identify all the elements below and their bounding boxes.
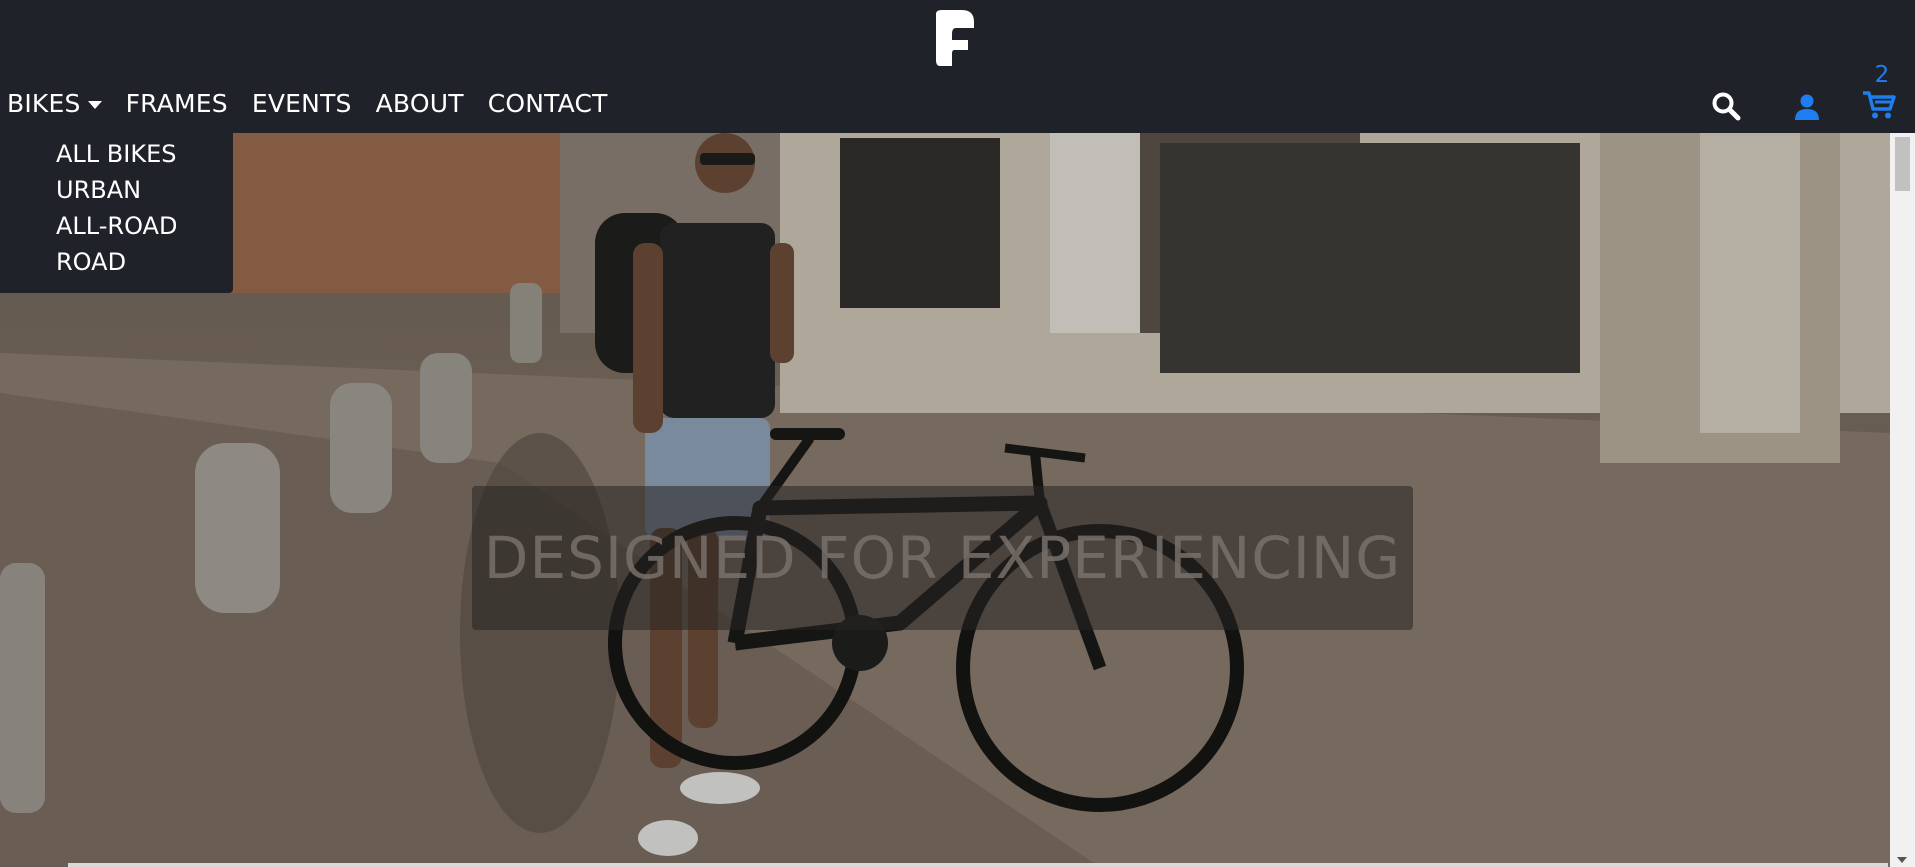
nav-item-label: CONTACT: [487, 89, 608, 118]
nav-item-frames[interactable]: FRAMES: [114, 86, 240, 122]
nav-item-label: BIKES: [7, 89, 81, 118]
dropdown-item-all-bikes[interactable]: ALL BIKES: [56, 140, 176, 168]
nav-item-label: ABOUT: [375, 89, 464, 118]
nav-item-label: EVENTS: [251, 89, 352, 118]
nav-item-label: FRAMES: [125, 89, 228, 118]
brand-logo-icon[interactable]: [932, 10, 976, 68]
search-icon[interactable]: [1711, 91, 1741, 121]
scrollbar-thumb[interactable]: [1895, 137, 1910, 191]
user-icon[interactable]: [1794, 93, 1820, 121]
nav-item-bikes[interactable]: BIKES: [0, 86, 114, 122]
nav-item-contact[interactable]: CONTACT: [476, 86, 620, 122]
hero-banner-text: DESIGNED FOR EXPERIENCING: [483, 524, 1402, 592]
nav-item-about[interactable]: ABOUT: [364, 86, 476, 122]
hero-image: DESIGNED FOR EXPERIENCING: [0, 133, 1890, 867]
dropdown-item-road[interactable]: ROAD: [56, 248, 126, 276]
shopping-cart-icon[interactable]: [1862, 90, 1896, 120]
scroll-down-arrow-icon[interactable]: [1897, 857, 1907, 863]
dropdown-item-all-road[interactable]: ALL-ROAD: [56, 212, 177, 240]
site-header: BIKES FRAMES EVENTS ABOUT CONTACT: [0, 0, 1915, 133]
main-nav: BIKES FRAMES EVENTS ABOUT CONTACT: [0, 86, 620, 122]
dropdown-item-urban[interactable]: URBAN: [56, 176, 141, 204]
vertical-scrollbar[interactable]: [1890, 133, 1915, 867]
horizontal-scrollbar[interactable]: [68, 863, 1888, 867]
hero-banner: DESIGNED FOR EXPERIENCING: [472, 486, 1413, 630]
bikes-dropdown-menu: ALL BIKES URBAN ALL-ROAD ROAD: [0, 133, 233, 293]
cart-count-badge: 2: [1874, 62, 1890, 88]
nav-item-events[interactable]: EVENTS: [240, 86, 364, 122]
caret-down-icon: [87, 101, 102, 109]
